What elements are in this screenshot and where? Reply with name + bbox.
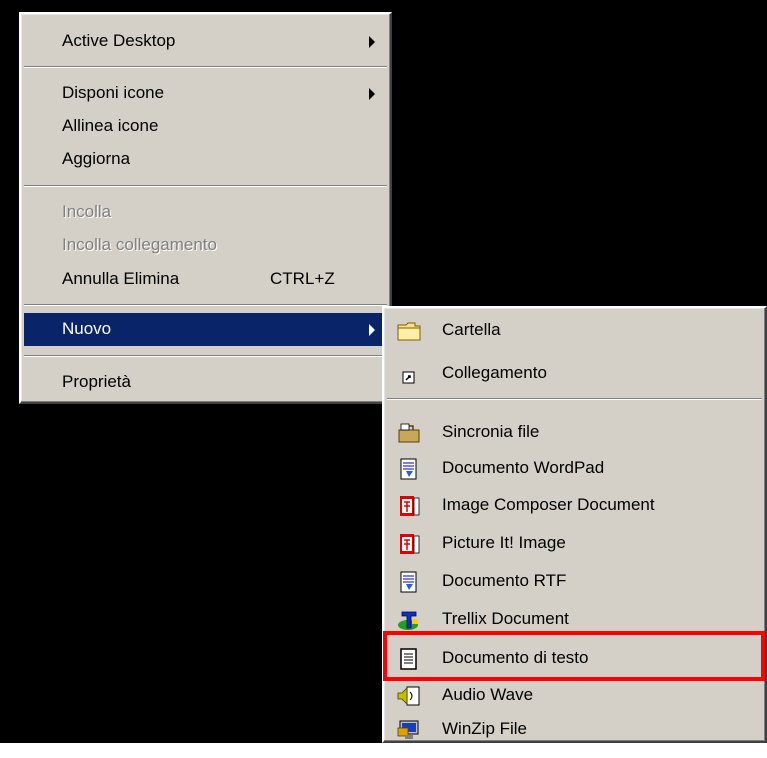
submenu-item-label: Collegamento: [442, 363, 547, 382]
menu-item-shortcut: CTRL+Z: [270, 269, 335, 288]
submenu-item-audio-wave[interactable]: Audio Wave: [387, 678, 762, 713]
submenu-item-label: Documento WordPad: [442, 458, 605, 477]
submenu-item-label: Image Composer Document: [442, 495, 655, 514]
menu-separator: [24, 185, 387, 187]
submenu-arrow-icon: [369, 88, 375, 100]
menu-item-label: Incolla: [62, 202, 112, 221]
submenu-item-picture-it-image[interactable]: Picture It! Image: [387, 526, 762, 561]
submenu-item-image-composer[interactable]: Image Composer Document: [387, 488, 762, 523]
menu-separator: [24, 66, 387, 68]
wordpad-icon: [397, 458, 421, 480]
menu-item-label: Proprietà: [62, 372, 131, 391]
audio-wave-icon: [397, 685, 421, 707]
menu-item-label: Incolla collegamento: [62, 235, 217, 254]
menu-item-label: Disponi icone: [62, 83, 165, 102]
submenu-arrow-icon: [369, 324, 375, 336]
submenu-item-label: Audio Wave: [442, 685, 534, 704]
menu-item-label: Annulla Elimina: [62, 269, 180, 288]
menu-separator: [24, 304, 387, 306]
picture-it-icon: [397, 533, 421, 555]
submenu-item-label: Cartella: [442, 320, 501, 339]
menu-item-label: Nuovo: [62, 319, 112, 338]
submenu-arrow-icon: [369, 36, 375, 48]
trellix-icon: [397, 609, 421, 631]
menu-item-active-desktop[interactable]: Active Desktop: [24, 25, 387, 58]
submenu-item-documento-rtf[interactable]: Documento RTF: [387, 564, 762, 599]
submenu-item-label: WinZip File: [442, 719, 528, 738]
menu-item-label: Allinea icone: [62, 116, 159, 135]
submenu-item-label: Trellix Document: [442, 609, 569, 628]
submenu-item-label: Documento RTF: [442, 571, 567, 590]
submenu-item-sincronia-file[interactable]: Sincronia file: [387, 415, 762, 450]
menu-item-proprieta[interactable]: Proprietà: [24, 366, 387, 399]
menu-item-annulla-elimina[interactable]: Annulla Elimina CTRL+Z: [24, 263, 387, 296]
menu-separator: [387, 398, 762, 400]
desktop-context-menu: Active Desktop Disponi icone Allinea ico…: [19, 12, 392, 404]
menu-separator: [24, 355, 387, 357]
rtf-icon: [397, 571, 421, 593]
winzip-icon: [397, 719, 421, 741]
menu-item-incolla: Incolla: [24, 196, 387, 229]
menu-item-allinea-icone[interactable]: Allinea icone: [24, 110, 387, 143]
menu-item-label: Active Desktop: [62, 31, 176, 50]
submenu-item-label: Picture It! Image: [442, 533, 566, 552]
menu-item-aggiorna[interactable]: Aggiorna: [24, 143, 387, 176]
shortcut-icon: [397, 363, 421, 385]
menu-item-nuovo[interactable]: Nuovo: [24, 313, 387, 346]
submenu-item-collegamento[interactable]: Collegamento: [387, 356, 762, 391]
briefcase-icon: [397, 422, 421, 444]
menu-item-disponi-icone[interactable]: Disponi icone: [24, 77, 387, 110]
menu-item-label: Aggiorna: [62, 149, 131, 168]
submenu-item-label: Sincronia file: [442, 422, 540, 441]
submenu-item-cartella[interactable]: Cartella: [387, 313, 762, 348]
submenu-item-documento-wordpad[interactable]: Documento WordPad: [387, 451, 762, 486]
folder-icon: [397, 320, 421, 342]
image-composer-icon: [397, 495, 421, 517]
highlight-annotation-box: [383, 631, 765, 681]
submenu-item-winzip-file[interactable]: WinZip File: [387, 712, 762, 747]
menu-item-incolla-collegamento: Incolla collegamento: [24, 229, 387, 262]
